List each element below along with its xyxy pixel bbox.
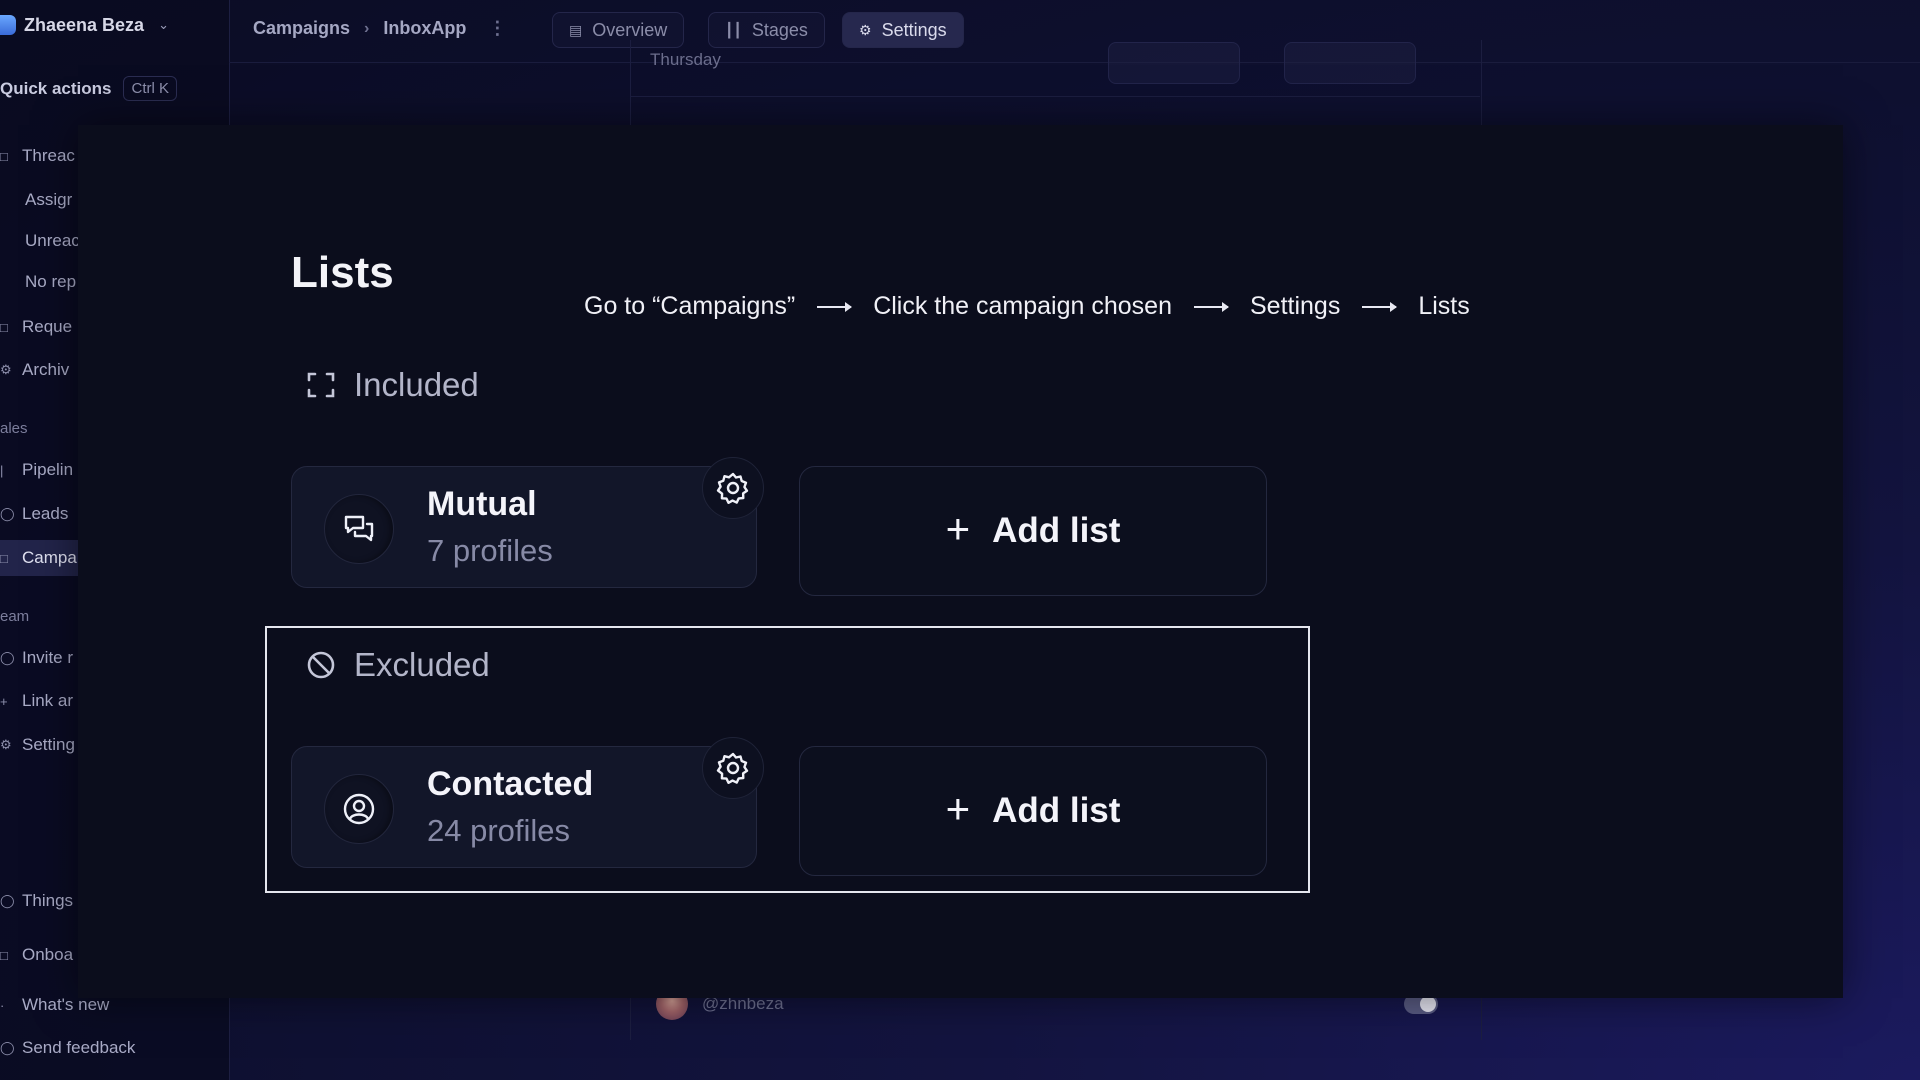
chevron-right-icon: › xyxy=(364,19,370,37)
sidebar-item-things[interactable]: ◯ Things xyxy=(0,891,73,911)
more-vertical-icon[interactable]: ⋮ xyxy=(488,18,506,39)
sidebar-item-unread[interactable]: Unreac xyxy=(25,231,80,251)
sidebar-item-no-reply[interactable]: No rep xyxy=(25,272,76,292)
quick-actions-shortcut: Ctrl K xyxy=(123,76,177,101)
list-name: Contacted xyxy=(427,765,594,803)
step-1: Go to “Campaigns” xyxy=(584,292,796,320)
list-settings-button[interactable] xyxy=(702,737,764,799)
gear-icon xyxy=(716,752,749,784)
step-3: Settings xyxy=(1249,292,1341,320)
megaphone-icon: □ xyxy=(0,550,8,566)
chat-bubbles-icon xyxy=(324,494,394,564)
sidebar-item-settings[interactable]: ⚙ Setting xyxy=(0,735,75,755)
list-name: Mutual xyxy=(427,485,537,523)
sidebar-section-sales: ales xyxy=(0,420,28,437)
step-4: Lists xyxy=(1418,292,1470,320)
quick-actions[interactable]: Quick actions Ctrl K xyxy=(0,76,177,101)
add-excluded-list-button[interactable]: + Add list xyxy=(799,746,1267,876)
row-divider xyxy=(630,96,1480,97)
page-title: Lists xyxy=(291,248,394,297)
sidebar-section-team: eam xyxy=(0,608,30,625)
schedule-start-select[interactable] xyxy=(1108,42,1240,84)
schedule-end-select[interactable] xyxy=(1284,42,1416,84)
workspace-switcher[interactable]: Zhaeena Beza ⌄ xyxy=(0,10,169,40)
threads-icon: □ xyxy=(0,148,8,164)
plus-icon: + xyxy=(945,505,971,552)
chevron-down-icon: ⌄ xyxy=(158,17,169,32)
sidebar-item-whats-new[interactable]: · What's new xyxy=(0,995,109,1015)
gear-icon: ⚙ xyxy=(859,21,872,38)
sidebar-item-leads[interactable]: ◯ Leads xyxy=(0,504,68,524)
plus-icon: + xyxy=(0,693,8,709)
leads-icon: ◯ xyxy=(0,506,15,521)
user-circle-icon xyxy=(324,774,394,844)
feedback-icon: ◯ xyxy=(0,1040,15,1055)
sidebar-item-send-feedback[interactable]: ◯ Send feedback xyxy=(0,1038,135,1058)
add-list-label: Add list xyxy=(992,511,1121,550)
schedule-day-label: Thursday xyxy=(650,50,721,69)
sidebar-item-requests[interactable]: □ Reque xyxy=(0,317,72,337)
breadcrumb: Campaigns › InboxApp ⋮ xyxy=(253,18,506,39)
archive-icon: ⚙ xyxy=(0,362,12,377)
things-icon: ◯ xyxy=(0,893,15,908)
breadcrumb-campaigns[interactable]: Campaigns xyxy=(253,18,350,39)
add-list-label: Add list xyxy=(992,791,1121,830)
sidebar-item-pipeline[interactable]: | Pipelin xyxy=(0,460,73,480)
block-icon xyxy=(307,651,335,679)
arrow-right-icon xyxy=(1362,301,1398,312)
gear-icon xyxy=(716,472,749,504)
workspace-avatar xyxy=(0,15,16,35)
sparkle-icon: · xyxy=(0,997,5,1013)
list-card-mutual[interactable]: Mutual 7 profiles xyxy=(291,457,764,588)
plus-icon: + xyxy=(945,785,971,832)
sidebar-item-campaigns[interactable]: □ Campa xyxy=(0,548,77,568)
list-profile-count: 7 profiles xyxy=(427,533,553,568)
requests-icon: □ xyxy=(0,319,8,335)
arrow-right-icon xyxy=(1193,301,1229,312)
list-profile-count: 24 profiles xyxy=(427,813,571,848)
included-section-heading: Included xyxy=(306,366,479,404)
sidebar-item-threads[interactable]: □ Threac xyxy=(0,146,75,166)
pipeline-icon: | xyxy=(0,462,4,478)
excluded-section-heading: Excluded xyxy=(306,646,490,684)
list-settings-button[interactable] xyxy=(702,457,764,519)
navigation-steps: Go to “Campaigns” Click the campaign cho… xyxy=(584,292,1470,321)
breadcrumb-campaign[interactable]: InboxApp xyxy=(383,18,466,39)
bar-chart-icon: ▤ xyxy=(569,21,583,38)
step-2: Click the campaign chosen xyxy=(873,292,1172,320)
sidebar-item-link-accounts[interactable]: + Link ar xyxy=(0,691,73,711)
sidebar-item-onboarding[interactable]: □ Onboa xyxy=(0,945,73,965)
arrow-right-icon xyxy=(817,301,853,312)
workspace-name: Zhaeena Beza xyxy=(24,14,145,35)
add-included-list-button[interactable]: + Add list xyxy=(799,466,1267,596)
gear-icon: ⚙ xyxy=(0,737,12,752)
book-icon: □ xyxy=(0,947,8,963)
list-card-contacted[interactable]: Contacted 24 profiles xyxy=(291,737,764,868)
invite-icon: ◯ xyxy=(0,650,15,665)
sidebar-item-archive[interactable]: ⚙ Archiv xyxy=(0,360,69,380)
quick-actions-label: Quick actions xyxy=(0,78,112,98)
sidebar-item-assigned[interactable]: Assigr xyxy=(25,190,72,210)
sidebar-item-invite[interactable]: ◯ Invite r xyxy=(0,648,73,668)
focus-frame-icon xyxy=(307,372,335,398)
columns-icon: ┃┃ xyxy=(725,21,742,38)
